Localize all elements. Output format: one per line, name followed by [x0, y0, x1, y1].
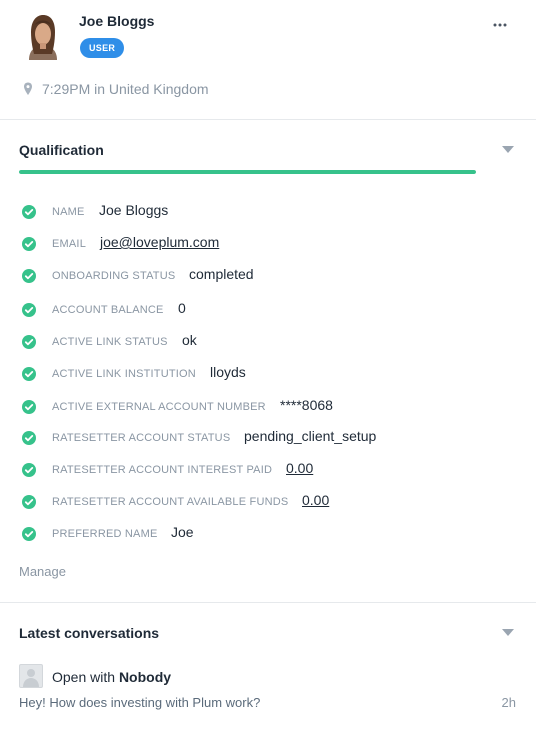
field-label: ACTIVE EXTERNAL ACCOUNT NUMBER [52, 401, 266, 413]
field-label: ACCOUNT BALANCE [52, 304, 164, 316]
avatar[interactable] [19, 12, 67, 60]
qualification-field-row: EMAIL joe@loveplum.com [0, 234, 536, 254]
user-role-badge: USER [80, 38, 125, 58]
field-value: ****8068 [280, 397, 333, 413]
field-label: RATESETTER ACCOUNT STATUS [52, 432, 231, 444]
field-value: Joe [171, 524, 194, 540]
user-local-time: 7:29PM in United Kingdom [42, 81, 209, 97]
conversation-last-message: Hey! How does investing with Plum work? [19, 695, 261, 710]
qualification-field-row: RATESETTER ACCOUNT AVAILABLE FUNDS 0.00 [0, 492, 536, 512]
field-value: lloyds [210, 364, 246, 380]
qualification-field-row: ACTIVE LINK INSTITUTION lloyds [0, 364, 536, 384]
field-value: 0 [178, 300, 186, 316]
check-circle-icon [22, 495, 36, 509]
check-circle-icon [22, 237, 36, 251]
latest-conversations-title: Latest conversations [19, 625, 160, 641]
manage-link[interactable]: Manage [19, 564, 66, 579]
qualification-field-row: ACTIVE LINK STATUS ok [0, 332, 536, 352]
more-options-button[interactable] [489, 14, 511, 36]
field-value-link[interactable]: joe@loveplum.com [100, 234, 219, 250]
user-name: Joe Bloggs [79, 13, 155, 29]
profile-header: Joe Bloggs USER 7:29PM in United Kingdom [0, 0, 536, 119]
more-horizontal-icon [493, 23, 507, 27]
check-circle-icon [22, 431, 36, 445]
field-value-link[interactable]: 0.00 [286, 460, 313, 476]
field-label: ACTIVE LINK STATUS [52, 336, 168, 348]
conversation-time: 2h [501, 695, 516, 710]
check-circle-icon [22, 303, 36, 317]
section-divider [0, 119, 536, 120]
assignee-avatar [19, 664, 43, 688]
conversation-assignee: Nobody [118, 669, 172, 685]
check-circle-icon [22, 335, 36, 349]
qualification-section-title: Qualification [19, 142, 104, 158]
field-value: completed [189, 266, 254, 282]
field-label: ONBOARDING STATUS [52, 270, 176, 282]
conversations-collapse-toggle[interactable] [502, 629, 514, 636]
field-value-link[interactable]: 0.00 [302, 492, 329, 508]
check-circle-icon [22, 269, 36, 283]
section-divider [0, 602, 536, 603]
qualification-field-row: PREFERRED NAME Joe [0, 524, 536, 544]
qualification-field-row: RATESETTER ACCOUNT STATUS pending_client_… [0, 428, 536, 448]
qualification-field-row: ACTIVE EXTERNAL ACCOUNT NUMBER ****8068 [0, 397, 536, 417]
check-circle-icon [22, 400, 36, 414]
qualification-field-row: ACCOUNT BALANCE 0 [0, 300, 536, 320]
check-circle-icon [22, 205, 36, 219]
qualification-field-row: NAME Joe Bloggs [0, 202, 536, 222]
field-value: ok [182, 332, 197, 348]
qualification-field-row: ONBOARDING STATUS completed [0, 266, 536, 286]
field-value: pending_client_setup [244, 428, 377, 444]
qualification-progress-fill [19, 170, 476, 174]
field-label: EMAIL [52, 238, 87, 250]
field-label: RATESETTER ACCOUNT INTEREST PAID [52, 464, 273, 476]
qualification-progress-bar [19, 170, 476, 174]
field-value: Joe Bloggs [99, 202, 169, 218]
check-circle-icon [22, 367, 36, 381]
check-circle-icon [22, 463, 36, 477]
check-circle-icon [22, 527, 36, 541]
qualification-field-row: RATESETTER ACCOUNT INTEREST PAID 0.00 [0, 460, 536, 480]
conversation-status-prefix: Open with [52, 669, 116, 685]
field-label: NAME [52, 206, 85, 218]
map-pin-icon [24, 82, 32, 95]
field-label: PREFERRED NAME [52, 528, 158, 540]
conversation-status: Open with Nobody [52, 669, 171, 685]
qualification-collapse-toggle[interactable] [502, 146, 514, 153]
field-label: ACTIVE LINK INSTITUTION [52, 368, 196, 380]
field-label: RATESETTER ACCOUNT AVAILABLE FUNDS [52, 496, 289, 508]
